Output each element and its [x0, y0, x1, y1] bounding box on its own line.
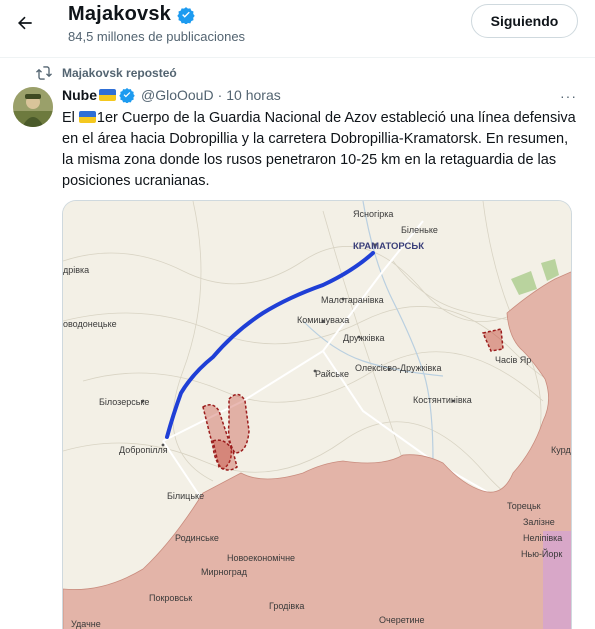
map-label: Білицьке — [167, 491, 205, 501]
purple-zone — [543, 531, 571, 629]
map-label: Комишуваха — [297, 315, 350, 325]
map-label: Очеретине — [379, 615, 425, 625]
map-label: Мирноград — [201, 567, 248, 577]
tweet-header: Nube @GloOouD · 10 horas — [62, 87, 281, 103]
header-divider — [0, 57, 595, 58]
tweet-map-image[interactable]: Ясногірка Біленьке КРАМАТОРСЬК дрівка Ма… — [62, 200, 572, 629]
avatar-image — [13, 87, 53, 127]
map-label: Райське — [315, 369, 349, 379]
map-label: Залізне — [523, 517, 555, 527]
profile-header: Majakovsk 84,5 millones de publicaciones… — [0, 0, 595, 53]
map-label: дрівка — [63, 265, 90, 275]
map-label: Новоекономічне — [227, 553, 296, 563]
map-label: Часів Яр — [495, 355, 532, 365]
map-label: Костянтинівка — [413, 395, 472, 405]
more-options-button[interactable]: ··· — [560, 88, 577, 104]
map-label: Покровськ — [149, 593, 193, 603]
map-label: Нью-Йорк — [521, 549, 563, 559]
map-label: Малотаранівка — [321, 295, 384, 305]
tweet-text-start: El — [62, 110, 79, 126]
map-label: Дружківка — [343, 333, 385, 343]
ukraine-flag-icon — [78, 111, 96, 123]
verified-badge-icon — [177, 7, 195, 24]
avatar[interactable] — [13, 87, 53, 127]
map-label: Біленьке — [401, 225, 438, 235]
post-count: 84,5 millones de publicaciones — [68, 29, 246, 44]
map-graphic — [63, 201, 571, 629]
map-label: Добропілля — [119, 445, 168, 455]
map-label: Білозерське — [99, 397, 150, 407]
map-label: Неліпівка — [523, 533, 563, 543]
map-label: Курд — [551, 445, 571, 455]
salient-east — [227, 393, 250, 454]
map-label: оводонецьке — [63, 319, 117, 329]
back-arrow-icon — [18, 16, 32, 30]
tweet-text: El 1er Cuerpo de la Guardia Nacional de … — [62, 108, 582, 192]
map-label: Гродівка — [269, 601, 305, 611]
separator-dot: · — [217, 87, 223, 103]
repost-label[interactable]: Majakovsk reposteó — [62, 66, 177, 80]
map-label: Торецьк — [507, 501, 541, 511]
map-label: Родинське — [175, 533, 219, 543]
tweet-timestamp[interactable]: 10 horas — [226, 87, 280, 103]
back-button[interactable] — [10, 8, 40, 38]
following-button[interactable]: Siguiendo — [471, 4, 578, 38]
map-label: Удачне — [71, 619, 101, 629]
ukraine-flag-icon — [99, 89, 116, 101]
tweet-text-body: 1er Cuerpo de la Guardia Nacional de Azo… — [62, 110, 576, 189]
map-label: Олексієво-Дружківка — [355, 363, 442, 373]
author-handle[interactable]: @GloOouD — [141, 87, 214, 103]
map-label: КРАМАТОРСЬК — [353, 241, 425, 252]
repost-icon — [36, 66, 52, 80]
map-label: Ясногірка — [353, 209, 394, 219]
repost-indicator: Majakovsk reposteó — [36, 66, 177, 80]
author-name[interactable]: Nube — [62, 87, 97, 103]
verified-badge-icon — [119, 88, 135, 103]
page-title: Majakovsk — [68, 3, 171, 25]
